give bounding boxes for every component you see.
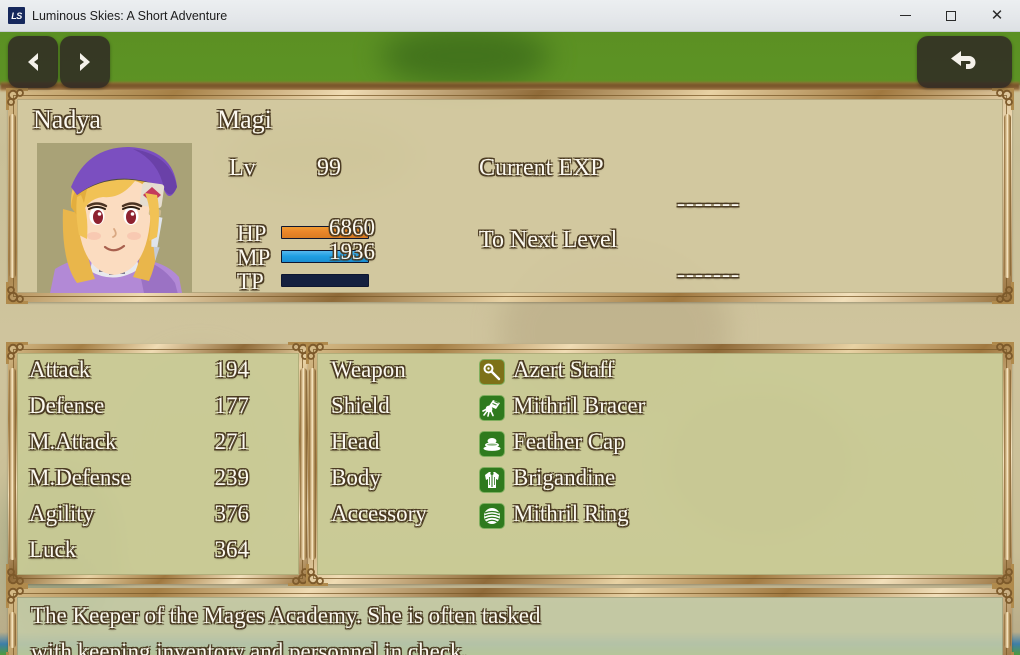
- tp-gauge-bar: [281, 274, 369, 287]
- equipment-row-shield[interactable]: Shield Mithril Bracer: [331, 393, 891, 429]
- to-next-level-label: To Next Level: [479, 227, 618, 253]
- equip-slot-label: Accessory: [331, 501, 427, 526]
- stat-label: Agility: [29, 501, 95, 526]
- to-next-level-value: -------: [677, 262, 740, 288]
- stat-row: M.Attack 271: [29, 429, 287, 465]
- chevron-right-icon: [80, 53, 90, 71]
- status-panel-content: Nadya Magi Lv 99 Current EXP ------- To …: [17, 99, 1003, 293]
- equipment-row-weapon[interactable]: Weapon Azert Staff: [331, 357, 891, 393]
- close-icon: ✕: [990, 6, 1004, 24]
- equip-item-name: Feather Cap: [513, 429, 625, 454]
- armor-icon: [479, 467, 505, 493]
- stat-row: Agility 376: [29, 501, 287, 537]
- tp-label: TP: [237, 269, 264, 293]
- parameters-panel: Attack 194 Defense 177 M.Attack 271 M.De…: [6, 342, 310, 586]
- background-foliage: [380, 32, 550, 86]
- hp-label: HP: [237, 221, 267, 246]
- stat-value: 271: [214, 429, 250, 454]
- stat-row: Attack 194: [29, 357, 287, 393]
- current-exp-label: Current EXP: [479, 155, 604, 181]
- description-line-1: The Keeper of the Mages Academy. She is …: [31, 603, 541, 628]
- equipment-row-body[interactable]: Body Brigandine: [331, 465, 891, 501]
- equip-slot-label: Shield: [331, 393, 390, 418]
- character-name: Nadya: [33, 105, 101, 134]
- stat-value: 239: [214, 465, 250, 490]
- staff-icon: [479, 359, 505, 385]
- game-window: LS Luminous Skies: A Short Adventure ✕ N…: [0, 0, 1020, 655]
- level-label: Lv: [229, 155, 256, 181]
- description-line-2: with keeping inventory and personnel in …: [31, 639, 468, 655]
- equip-slot-label: Head: [331, 429, 380, 454]
- stat-value: 194: [214, 357, 250, 382]
- character-class: Magi: [217, 105, 272, 134]
- stat-label: Defense: [29, 393, 105, 418]
- window-controls: ✕: [882, 0, 1020, 32]
- gauntlet-icon: [479, 395, 505, 421]
- description-panel: The Keeper of the Mages Academy. She is …: [6, 586, 1014, 655]
- parameters-content: Attack 194 Defense 177 M.Attack 271 M.De…: [17, 353, 299, 575]
- close-button[interactable]: ✕: [974, 0, 1020, 32]
- hp-value: 6860: [329, 215, 375, 240]
- previous-character-button[interactable]: [8, 36, 58, 88]
- next-character-button[interactable]: [60, 36, 110, 88]
- current-exp-value: -------: [677, 191, 740, 217]
- equip-item-name: Brigandine: [513, 465, 616, 490]
- equip-slot-label: Weapon: [331, 357, 406, 382]
- equip-slot-label: Body: [331, 465, 381, 490]
- description-content: The Keeper of the Mages Academy. She is …: [17, 597, 1003, 655]
- mp-label: MP: [237, 245, 271, 270]
- maximize-icon: [946, 10, 956, 21]
- stat-value: 177: [214, 393, 250, 418]
- stat-label: M.Defense: [29, 465, 131, 490]
- equip-item-name: Mithril Ring: [513, 501, 629, 526]
- back-button[interactable]: [917, 36, 1012, 88]
- stat-label: M.Attack: [29, 429, 117, 454]
- character-portrait: [37, 143, 192, 293]
- level-value: 99: [317, 155, 341, 181]
- portrait-image-icon: [37, 143, 192, 293]
- maximize-button[interactable]: [928, 0, 974, 32]
- hat-icon: [479, 431, 505, 457]
- window-title: Luminous Skies: A Short Adventure: [32, 8, 228, 23]
- equip-item-name: Mithril Bracer: [513, 393, 646, 418]
- stat-row: M.Defense 239: [29, 465, 287, 501]
- equipment-row-accessory[interactable]: Accessory Mithril Ring: [331, 501, 891, 537]
- stat-row: Luck 364: [29, 537, 287, 573]
- minimize-icon: [899, 15, 911, 16]
- equip-item-name: Azert Staff: [513, 357, 615, 382]
- back-arrow-icon: [950, 51, 975, 69]
- equipment-content: Weapon Azert Staff Shield Mithril Bracer…: [317, 353, 1003, 575]
- chevron-left-icon: [28, 53, 38, 71]
- ring-icon: [479, 503, 505, 529]
- character-status-panel: Nadya Magi Lv 99 Current EXP ------- To …: [6, 88, 1014, 304]
- stat-label: Attack: [29, 357, 91, 382]
- stat-row: Defense 177: [29, 393, 287, 429]
- stat-label: Luck: [29, 537, 77, 562]
- minimize-button[interactable]: [882, 0, 928, 32]
- app-icon: LS: [8, 7, 25, 24]
- game-viewport: Nadya Magi Lv 99 Current EXP ------- To …: [0, 32, 1020, 655]
- mp-value: 1936: [329, 239, 375, 264]
- stat-value: 376: [214, 501, 250, 526]
- equipment-panel: Weapon Azert Staff Shield Mithril Bracer…: [306, 342, 1014, 586]
- stat-value: 364: [214, 537, 250, 562]
- equipment-row-head[interactable]: Head Feather Cap: [331, 429, 891, 465]
- title-bar: LS Luminous Skies: A Short Adventure ✕: [0, 0, 1020, 32]
